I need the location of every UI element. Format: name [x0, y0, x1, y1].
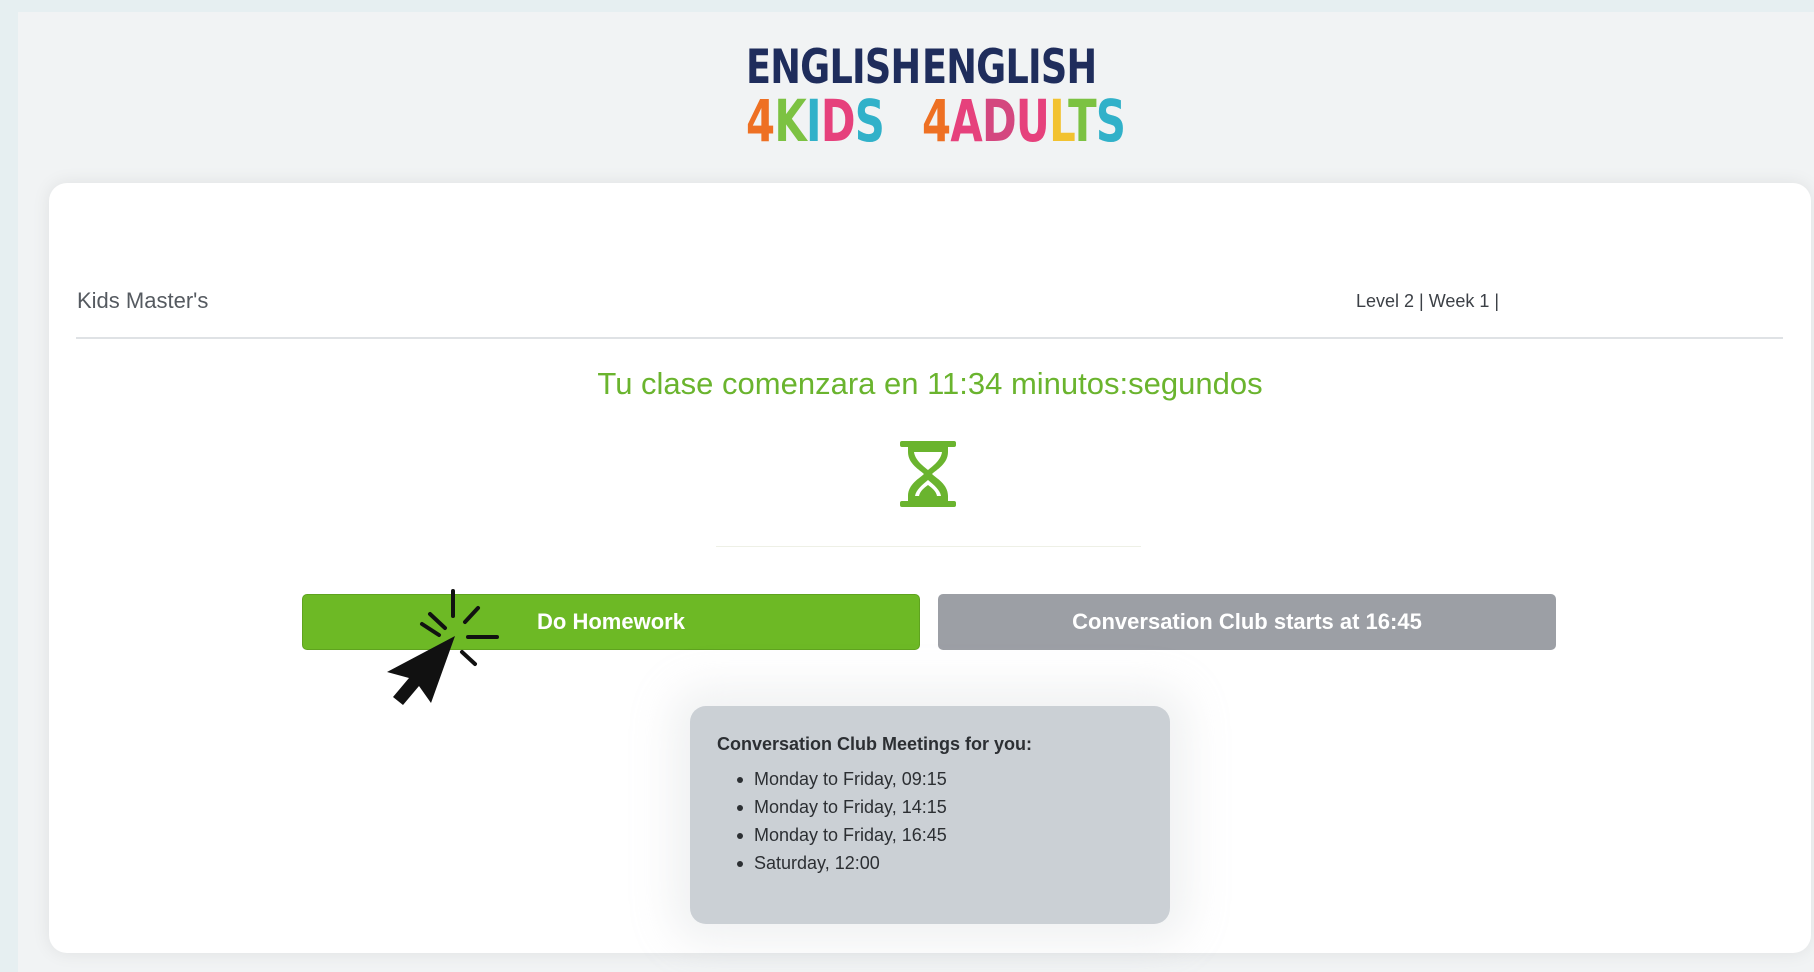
class-card: Kids Master's Level 2 | Week 1 | Tu clas…: [49, 183, 1811, 953]
conversation-club-button[interactable]: Conversation Club starts at 16:45: [938, 594, 1556, 650]
meeting-item: Monday to Friday, 16:45: [737, 821, 1143, 849]
meeting-item: Monday to Friday, 09:15: [737, 765, 1143, 793]
hourglass-icon: [900, 441, 956, 507]
logo-adults-line1: ENGLISH: [922, 40, 1097, 95]
class-countdown: Tu clase comenzara en 11:34 minutos:segu…: [597, 366, 1263, 401]
level-week-info: Level 2 | Week 1 |: [1356, 291, 1500, 311]
logo-kids-line2: 4KIDS: [746, 87, 885, 155]
do-homework-button[interactable]: Do Homework: [302, 594, 920, 650]
header-divider: [76, 337, 1783, 339]
conversation-club-meetings-panel: Conversation Club Meetings for you: Mond…: [690, 706, 1170, 924]
english4adults-logo: ENGLISH 4ADULTS: [922, 44, 1204, 150]
separator-line: [716, 546, 1141, 547]
logos-header: ENGLISH 4KIDS ENGLISH 4ADULTS: [0, 44, 1814, 154]
logo-adults-line2: 4ADULTS: [922, 87, 1126, 155]
course-title: Kids Master's: [77, 288, 209, 313]
meeting-item: Monday to Friday, 14:15: [737, 793, 1143, 821]
meetings-list: Monday to Friday, 09:15 Monday to Friday…: [717, 765, 1143, 877]
meeting-item: Saturday, 12:00: [737, 849, 1143, 877]
meetings-title: Conversation Club Meetings for you:: [717, 734, 1033, 754]
logo-kids-line1: ENGLISH: [746, 40, 921, 95]
